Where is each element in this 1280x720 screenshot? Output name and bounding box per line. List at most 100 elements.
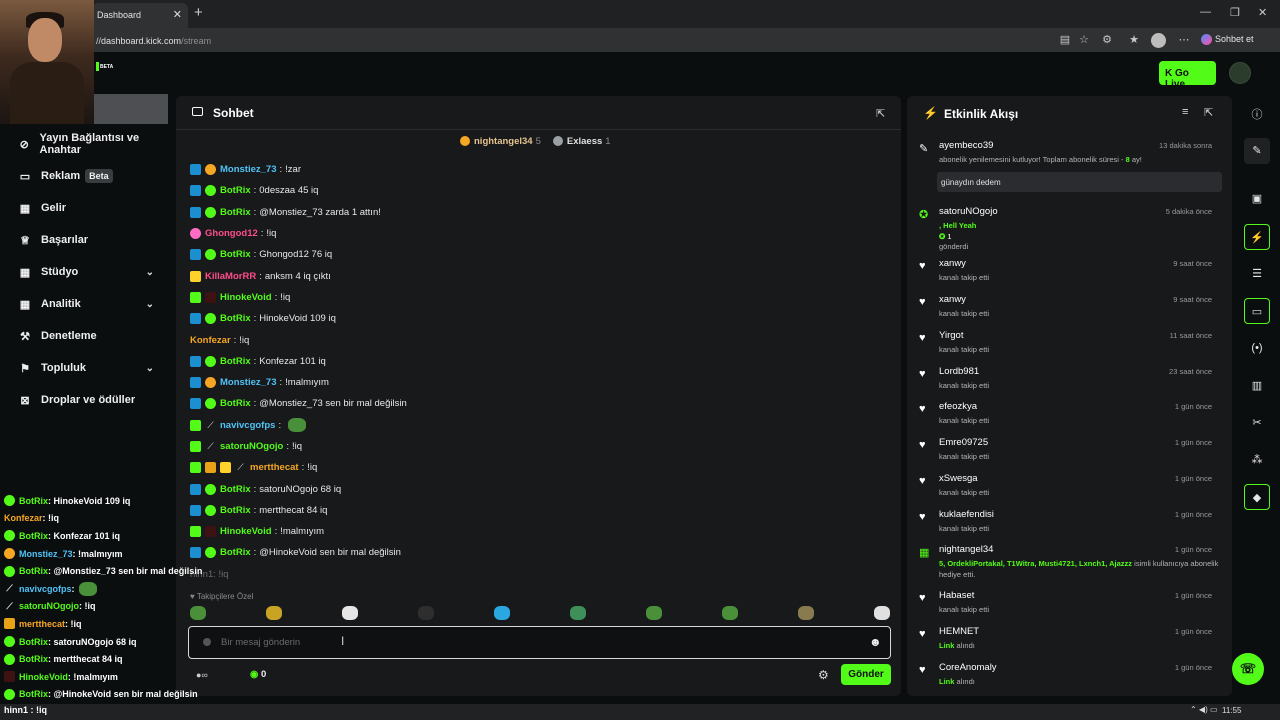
sidebar-item[interactable]: ⚒ Denetleme [18, 324, 168, 348]
sidebar-item[interactable]: ♕ Başarılar [18, 228, 168, 252]
sidebar-item[interactable]: ▦ Stüdyo ⌄ [18, 260, 168, 284]
send-button[interactable]: Gönder [841, 664, 891, 685]
sidebar-item[interactable]: ⚑ Topluluk ⌄ [18, 356, 168, 380]
sidebar-item[interactable]: ▦ Gelir [18, 196, 168, 220]
help-icon[interactable]: ☏ [1232, 653, 1264, 685]
feed-username[interactable]: xSwesga [939, 473, 978, 484]
chat-username[interactable]: Monstiez_73 [220, 164, 277, 175]
chat-message: BotRix: Ghongod12 76 iq [190, 244, 890, 265]
feed-username[interactable]: Habaset [939, 590, 974, 601]
feed-username[interactable]: satoruNOgojo [939, 206, 998, 217]
chat-username[interactable]: KillaMorRR [205, 271, 256, 282]
bot-badge-icon [190, 206, 201, 218]
chat-username[interactable]: Konfezar [190, 335, 231, 346]
star-icon[interactable]: ☆ [1077, 33, 1091, 47]
close-tab-icon[interactable]: ✕ [173, 8, 182, 21]
chat-message: ⟋ satoruNOgojo: !iq [190, 436, 890, 457]
sidebar-item-label: Başarılar [41, 234, 89, 246]
chat-username[interactable]: BotRix [220, 249, 251, 260]
gift-icon: ▦ [919, 547, 930, 559]
nodes-icon[interactable]: ⁂ [1244, 447, 1270, 473]
chat-username[interactable]: navivcgofps [220, 420, 275, 431]
chat-username[interactable]: BotRix [220, 356, 251, 367]
video-icon[interactable]: ▣ [1244, 186, 1270, 212]
chat-colon: : [253, 398, 257, 410]
go-live-button[interactable]: K Go Live [1159, 61, 1216, 90]
feed-username[interactable]: nightangel34 [939, 544, 993, 555]
sidebar-item[interactable]: ▭ Reklam Beta [18, 164, 168, 188]
chat-username[interactable]: BotRix [220, 207, 251, 218]
user-avatar[interactable] [1229, 62, 1251, 84]
edit-icon[interactable]: ✎ [1244, 138, 1270, 164]
sidebar-item-label: Droplar ve ödüller [41, 394, 136, 406]
emote-icon[interactable] [874, 606, 890, 620]
layers-icon[interactable]: ▥ [1244, 373, 1270, 399]
emote-icon[interactable] [798, 606, 814, 620]
chat-username[interactable]: Ghongod12 [205, 228, 258, 239]
sidebar-item[interactable]: ⊘ Yayın Bağlantısı ve Anahtar [18, 132, 168, 156]
emote-icon[interactable] [646, 606, 662, 620]
feed-username[interactable]: efeozkya [939, 401, 977, 412]
emote-icon[interactable] [342, 606, 358, 620]
maximize-icon[interactable]: ❐ [1230, 6, 1240, 19]
favorites-icon[interactable]: ★ [1127, 33, 1141, 47]
profile-avatar[interactable] [1151, 33, 1166, 48]
feed-username[interactable]: kuklaefendisi [939, 509, 994, 520]
chevron-down-icon[interactable]: ⌄ [146, 299, 154, 310]
emote-icon[interactable] [494, 606, 510, 620]
channel-selector[interactable] [94, 94, 168, 124]
feed-username[interactable]: HEMNET [939, 626, 979, 637]
chat-username[interactable]: BotRix [220, 313, 251, 324]
bot-badge-icon [190, 249, 201, 261]
new-tab-icon[interactable]: + [194, 4, 203, 21]
reader-icon[interactable]: ▤ [1058, 33, 1072, 47]
chat-username[interactable]: BotRix [220, 398, 251, 409]
chevron-down-icon[interactable]: ⌄ [146, 267, 154, 278]
browser-tab[interactable]: Dashboard ✕ [92, 3, 188, 28]
feed-username[interactable]: xanwy [939, 294, 966, 305]
chat-toggle-icon[interactable]: ▭ [1244, 298, 1270, 324]
tray-icons[interactable]: ⌃ ◀) ▭ [1190, 705, 1218, 714]
chat-colon: : [253, 313, 257, 325]
info-icon[interactable]: ⓘ [1244, 102, 1270, 128]
broadcast-icon[interactable]: (•) [1244, 335, 1270, 361]
url-text[interactable]: //dashboard.kick.com/stream [96, 36, 211, 46]
feed-username[interactable]: CoreAnomaly [939, 662, 997, 673]
filter-icon[interactable]: ≡ [1182, 106, 1188, 118]
overlay-username: BotRix [19, 654, 48, 665]
feed-username[interactable]: Yirgot [939, 330, 963, 341]
feed-detail-text: gönderdi [939, 242, 969, 251]
emote-icon[interactable] [418, 606, 434, 620]
emote-icon[interactable] [570, 606, 586, 620]
chevron-down-icon[interactable]: ⌄ [146, 363, 154, 374]
chat-username[interactable]: satoruNOgojo [220, 441, 283, 452]
copilot-button[interactable]: Sohbet et [1201, 34, 1254, 46]
more-icon[interactable]: ⋯ [1177, 33, 1191, 47]
sidebar-item[interactable]: ⊠ Droplar ve ödüller [18, 388, 168, 412]
minimize-icon[interactable]: — [1200, 6, 1211, 18]
chat-username[interactable]: BotRix [220, 185, 251, 196]
kick-tool-icon[interactable]: ◆ [1244, 484, 1270, 510]
chat-colon: : [274, 291, 278, 303]
overlay-text: : !malmıyım [67, 671, 118, 682]
emote-icon[interactable] [722, 606, 738, 620]
list-icon[interactable]: ☰ [1244, 261, 1270, 287]
feed-username[interactable]: xanwy [939, 258, 966, 269]
chat-username[interactable]: Monstiez_73 [220, 377, 277, 388]
extension-icon[interactable]: ⚙ [1100, 33, 1114, 47]
chat-username[interactable]: HinokeVoid [220, 292, 272, 303]
close-window-icon[interactable]: ✕ [1258, 6, 1267, 19]
activity-icon[interactable]: ⚡ [1244, 224, 1270, 250]
chat-text: !iq [307, 462, 318, 474]
chat-username[interactable]: mertthecat [250, 462, 299, 473]
popout-icon[interactable]: ⇱ [876, 107, 885, 120]
feed-username[interactable]: Emre09725 [939, 437, 988, 448]
chat-settings-icon[interactable]: ⚙ [818, 668, 829, 682]
feed-username[interactable]: Lordb981 [939, 366, 979, 377]
popout-icon[interactable]: ⇱ [1204, 106, 1213, 119]
wrench-icon[interactable]: ✂ [1244, 410, 1270, 436]
kick-logo[interactable]: BETA [96, 62, 113, 71]
sidebar-item[interactable]: ▦ Analitik ⌄ [18, 292, 168, 316]
feed-username[interactable]: ayembeco39 [939, 140, 993, 151]
emoji-icon[interactable]: ☻ [869, 635, 882, 649]
